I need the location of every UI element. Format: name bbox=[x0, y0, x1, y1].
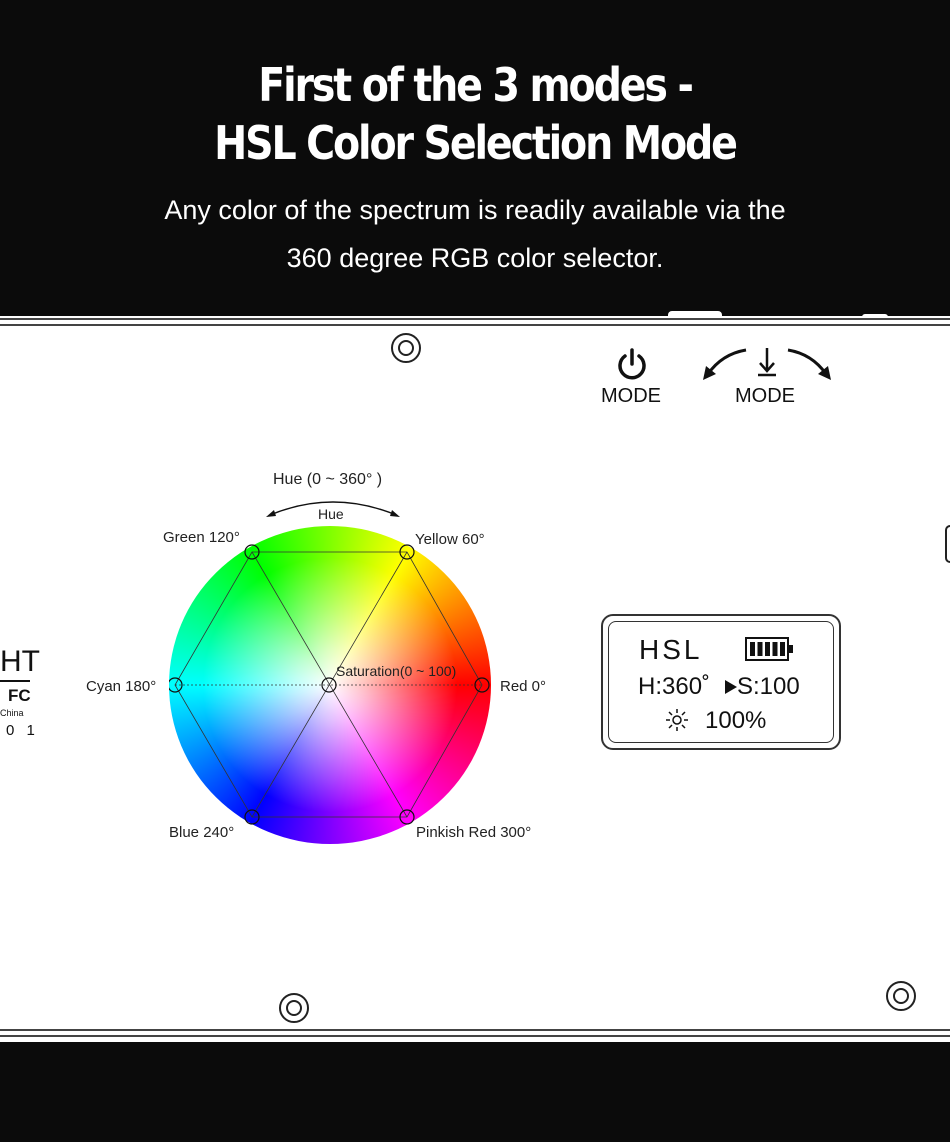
bottom-rail-inner bbox=[0, 1029, 950, 1031]
lcd-display: HSL H:360˚ S:100 100% bbox=[601, 614, 841, 750]
battery-bar bbox=[765, 642, 770, 656]
screw-icon bbox=[279, 993, 309, 1023]
page-title-line-1: First of the 3 modes - bbox=[258, 58, 694, 112]
red-label: Red 0° bbox=[500, 678, 547, 695]
top-tab-small bbox=[862, 314, 888, 318]
bottom-rail-outer bbox=[0, 1035, 950, 1037]
brand-underline bbox=[0, 680, 30, 682]
brand-text-cropped: HT bbox=[0, 645, 40, 678]
saturation-label: Saturation(0 ~ 100) bbox=[336, 663, 457, 679]
top-rail-outer bbox=[0, 318, 950, 320]
display-hue: H:360˚ bbox=[638, 673, 711, 700]
display-mode: HSL bbox=[639, 634, 703, 665]
battery-bar bbox=[757, 642, 763, 656]
display-saturation: S:100 bbox=[737, 673, 800, 700]
top-tab bbox=[668, 311, 722, 318]
battery-icon bbox=[745, 637, 793, 661]
fcc-mark: FC bbox=[8, 686, 31, 705]
side-notch bbox=[945, 525, 950, 563]
adjust-mode-label: MODE bbox=[735, 385, 795, 407]
selector-arrow-icon bbox=[725, 680, 737, 694]
header-banner: First of the 3 modes - HSL Color Selecti… bbox=[0, 0, 950, 316]
yellow-label: Yellow 60° bbox=[415, 531, 485, 548]
wheel-guides bbox=[169, 544, 490, 825]
battery-bar bbox=[750, 642, 755, 656]
display-brightness: 100% bbox=[705, 707, 767, 734]
battery-bar bbox=[772, 642, 778, 656]
footer-band bbox=[0, 1042, 950, 1142]
blue-label: Blue 240° bbox=[169, 824, 235, 841]
battery-bar bbox=[780, 642, 785, 656]
brightness-icon bbox=[666, 709, 688, 731]
made-in-china-text: China bbox=[0, 708, 24, 718]
hue-range-label: Hue (0 ~ 360° ) bbox=[273, 471, 383, 488]
model-number-cropped: 0 1 bbox=[6, 722, 39, 739]
pink-label: Pinkish Red 300° bbox=[416, 824, 532, 841]
power-icon[interactable] bbox=[614, 346, 650, 382]
cyan-label: Cyan 180° bbox=[86, 678, 157, 695]
green-label: Green 120° bbox=[163, 529, 240, 546]
screw-icon bbox=[886, 981, 916, 1011]
page-title-line-2: HSL Color Selection Mode bbox=[214, 116, 738, 170]
rotate-knob-icon[interactable] bbox=[700, 344, 834, 384]
subtitle-line-1: Any color of the spectrum is readily ava… bbox=[164, 195, 786, 225]
top-rail-inner bbox=[0, 324, 950, 326]
screw-icon bbox=[391, 333, 421, 363]
power-mode-label: MODE bbox=[601, 385, 661, 407]
subtitle-line-2: 360 degree RGB color selector. bbox=[286, 243, 664, 273]
hue-label: Hue bbox=[318, 506, 344, 522]
